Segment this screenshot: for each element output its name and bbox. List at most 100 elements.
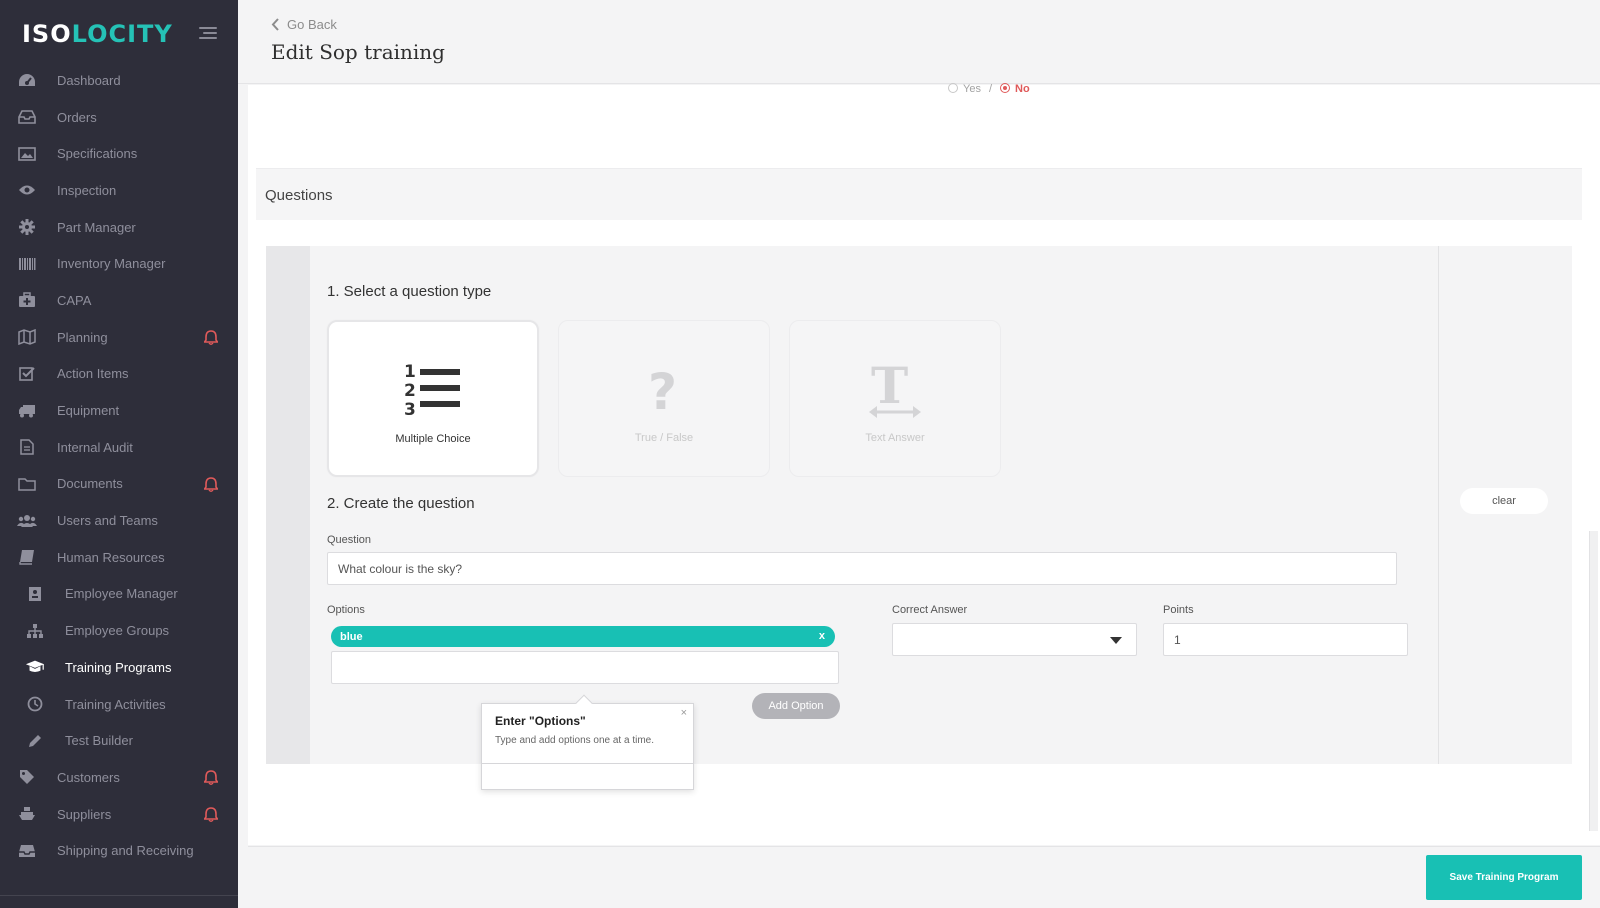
sidebar-item-label: Inspection: [57, 182, 117, 198]
sidebar-item-label: Suppliers: [57, 806, 112, 822]
question-editor-panel: 1. Select a question type 1 2 3 Multiple…: [266, 246, 1572, 764]
question-type-label: Multiple Choice: [395, 433, 471, 445]
panel-divider: [1438, 246, 1439, 764]
sidebar-item-label: Action Items: [57, 366, 129, 382]
bell-icon[interactable]: [202, 330, 220, 350]
sidebar-nav: Dashboard Orders Specifications Inspection P…: [0, 62, 238, 869]
graduation-cap-icon: [25, 658, 45, 676]
sidebar-item-human-resources[interactable]: Human Resources: [0, 539, 238, 576]
pencil-icon: [25, 732, 45, 750]
sidebar-item-capa[interactable]: CAPA: [0, 282, 238, 319]
sidebar-item-specifications[interactable]: Specifications: [0, 135, 238, 172]
sidebar-item-label: Training Programs: [65, 659, 172, 675]
sidebar-item-equipment[interactable]: Equipment: [0, 392, 238, 429]
barcode-icon: [17, 255, 37, 273]
bell-icon[interactable]: [202, 806, 220, 827]
sidebar-item-employee-groups[interactable]: Employee Groups: [0, 612, 238, 649]
sidebar-item-test-builder[interactable]: Test Builder: [0, 722, 238, 759]
menu-toggle-icon[interactable]: [199, 27, 217, 39]
question-mark-icon: ?: [559, 361, 769, 417]
remove-option-icon[interactable]: x: [819, 630, 825, 642]
sidebar-item-customers[interactable]: Customers: [0, 759, 238, 796]
app-logo[interactable]: ISOLOCITY: [22, 20, 173, 48]
options-label: Options: [327, 604, 365, 616]
sidebar-item-label: Dashboard: [57, 72, 121, 88]
option-chip: blue x: [331, 626, 835, 647]
bell-icon[interactable]: [202, 770, 220, 790]
sidebar-item-internal-audit[interactable]: Internal Audit: [0, 429, 238, 466]
radio-no[interactable]: [1000, 83, 1011, 93]
sidebar-item-label: Test Builder: [65, 733, 133, 749]
no-label: No: [1015, 83, 1030, 95]
close-icon[interactable]: ×: [681, 707, 687, 719]
book-icon: [17, 548, 37, 566]
tag-icon: [17, 768, 37, 786]
clear-button[interactable]: clear: [1460, 488, 1548, 514]
page-scrollbar[interactable]: [1589, 531, 1598, 831]
question-type-multiple-choice[interactable]: 1 2 3 Multiple Choice: [327, 320, 539, 477]
chevron-left-icon: [271, 18, 279, 31]
question-value: What colour is the sky?: [338, 561, 463, 576]
option-input[interactable]: [331, 651, 839, 684]
sidebar-item-training-programs[interactable]: Training Programs: [0, 649, 238, 686]
yes-label: Yes: [963, 83, 981, 95]
panel-left-strip: [266, 246, 310, 764]
correct-answer-label: Correct Answer: [892, 604, 968, 616]
question-input[interactable]: What colour is the sky?: [327, 552, 1397, 585]
sidebar-item-orders[interactable]: Orders: [0, 99, 238, 136]
sidebar-item-label: Planning: [57, 329, 108, 345]
sidebar-item-planning[interactable]: Planning: [0, 319, 238, 356]
question-type-text-answer[interactable]: T Text Answer: [789, 320, 1001, 477]
clock-icon: [25, 695, 45, 713]
add-option-button[interactable]: Add Option: [752, 693, 840, 719]
sidebar-item-label: Equipment: [57, 403, 120, 419]
sidebar-item-label: Inventory Manager: [57, 256, 166, 272]
option-chip-label: blue: [340, 630, 363, 643]
sidebar-item-training-activities[interactable]: Training Activities: [0, 686, 238, 723]
sidebar-item-users-and-teams[interactable]: Users and Teams: [0, 502, 238, 539]
truck-icon: [17, 402, 37, 420]
sidebar-item-part-manager[interactable]: Part Manager: [0, 209, 238, 246]
page-title: Edit Sop training: [271, 40, 445, 64]
sidebar-item-label: Employee Manager: [65, 586, 178, 602]
sidebar-item-dashboard[interactable]: Dashboard: [0, 62, 238, 99]
sidebar-item-inspection[interactable]: Inspection: [0, 172, 238, 209]
page-footer: [248, 846, 1600, 908]
question-label: Question: [327, 534, 372, 546]
users-icon: [17, 512, 37, 530]
correct-answer-select[interactable]: [892, 623, 1137, 656]
sidebar-item-label: CAPA: [57, 292, 92, 308]
sidebar-item-label: Shipping and Receiving: [57, 843, 194, 859]
points-input[interactable]: 1: [1163, 623, 1408, 656]
sidebar-item-documents[interactable]: Documents: [0, 466, 238, 503]
radio-yes[interactable]: [948, 83, 958, 93]
sidebar-item-label: Documents: [57, 476, 123, 492]
dashboard-icon: [17, 71, 37, 89]
sidebar-item-label: Specifications: [57, 146, 138, 162]
sidebar-item-label: Users and Teams: [57, 513, 158, 529]
sidebar-item-label: Customers: [57, 769, 120, 785]
go-back-link[interactable]: Go Back: [271, 17, 337, 32]
medkit-icon: [17, 291, 37, 309]
sidebar-item-label: Orders: [57, 109, 97, 125]
list-ordered-icon: 1 2 3: [329, 362, 537, 418]
sidebar-item-shipping-and-receiving[interactable]: Shipping and Receiving: [0, 832, 238, 869]
save-training-program-button[interactable]: Save Training Program: [1426, 855, 1582, 900]
step-select-type: 1. Select a question type: [327, 283, 492, 300]
popover-divider: [482, 763, 693, 764]
dropdown-caret-icon: [1110, 637, 1122, 644]
id-badge-icon: [25, 585, 45, 603]
points-value: 1: [1174, 632, 1181, 647]
sidebar-item-employee-manager[interactable]: Employee Manager: [0, 576, 238, 613]
bell-icon[interactable]: [202, 476, 220, 497]
checkbox-icon: [17, 365, 37, 383]
logo-text-locity: LOCITY: [71, 20, 173, 48]
inbox-icon: [17, 108, 37, 126]
popover-title: Enter "Options": [495, 714, 586, 728]
sidebar-item-suppliers[interactable]: Suppliers: [0, 796, 238, 833]
question-type-label: Text Answer: [865, 432, 925, 444]
sidebar-item-action-items[interactable]: Action Items: [0, 356, 238, 393]
toggle-separator: /: [988, 83, 993, 95]
sidebar-item-inventory-manager[interactable]: Inventory Manager: [0, 245, 238, 282]
question-type-true-false[interactable]: ? True / False: [558, 320, 770, 477]
